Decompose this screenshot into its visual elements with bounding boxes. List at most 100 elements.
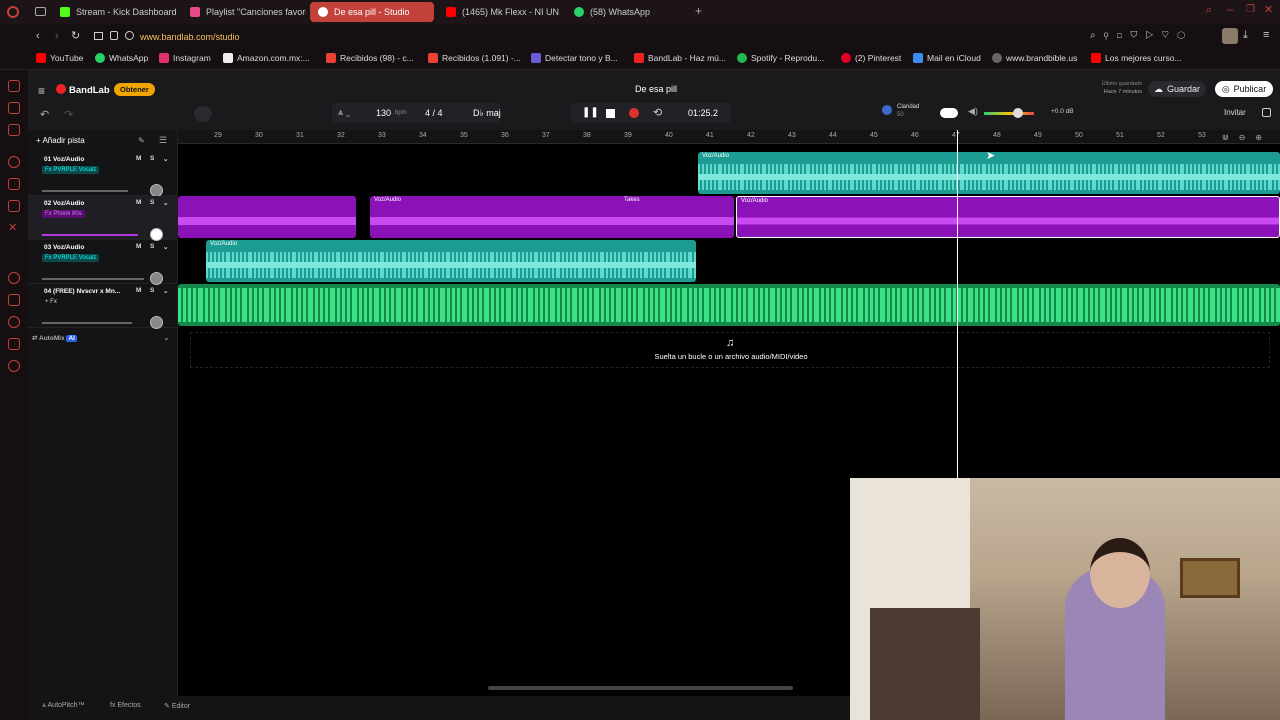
lane-3[interactable]: Voz/Audio [178, 240, 1280, 284]
invite-button[interactable]: Invitar [1224, 108, 1246, 117]
horizontal-scrollbar[interactable] [488, 686, 793, 690]
download-icon[interactable] [8, 338, 20, 350]
mute-button[interactable]: M [136, 155, 141, 162]
reload-icon[interactable]: ↻ [71, 29, 80, 42]
volume-slider[interactable] [42, 234, 138, 236]
bookmark-instagram[interactable]: Instagram [159, 53, 211, 63]
tab-whatsapp[interactable]: (58) WhatsApp [566, 2, 690, 22]
master-volume-knob[interactable] [1013, 108, 1023, 118]
bookmark-pinterest[interactable]: (2) Pinterest [841, 53, 901, 63]
mute-button[interactable]: M [136, 287, 141, 294]
effects-button[interactable]: fx Efectos [110, 702, 141, 709]
toolbar-icons[interactable]: ⌕⚲◻⛉▷♡⬡ [1090, 30, 1193, 41]
bookmark-youtube[interactable]: YouTube [36, 53, 83, 63]
bookmark-brandbible[interactable]: www.brandbible.us [992, 53, 1077, 63]
save-button[interactable]: ☁ Guardar [1148, 81, 1206, 97]
solo-button[interactable]: S [150, 199, 154, 206]
audio-clip[interactable] [178, 284, 1280, 326]
forward-icon[interactable]: › [55, 30, 59, 42]
undo-icon[interactable]: ↶ [40, 108, 49, 121]
chat-icon[interactable] [1262, 108, 1271, 117]
back-icon[interactable]: ‹ [36, 30, 40, 42]
fx-badge[interactable]: Fx PVRPLE Vocalz [42, 254, 100, 262]
chevron-down-icon[interactable]: ⌄ [163, 287, 168, 295]
tempo-value[interactable]: 130 [376, 108, 391, 118]
hamburger-icon[interactable]: ≡ [38, 84, 45, 98]
profile-avatar[interactable] [1222, 28, 1238, 44]
menu-icon[interactable]: ≡ [1263, 29, 1269, 41]
drop-zone[interactable]: ♫ Suelta un bucle o un archivo audio/MID… [190, 332, 1270, 368]
bookmark-icloud[interactable]: Mail en iCloud [913, 53, 981, 63]
history-icon[interactable] [8, 316, 20, 328]
time-signature[interactable]: 4 / 4 [425, 108, 443, 118]
track-1[interactable]: 01 Voz/Audio Fx PVRPLE Vocalz M S ⌄ [28, 152, 178, 197]
bookmark-gmail-2[interactable]: Recibidos (1.091) -... [428, 53, 521, 63]
bookmark-amazon[interactable]: Amazon.com.mx:... [223, 53, 310, 63]
bookmark-cursos[interactable]: Los mejores curso... [1091, 53, 1182, 63]
project-title[interactable]: De esa pill [616, 84, 696, 94]
track-name[interactable]: 03 Voz/Audio [44, 244, 84, 251]
mail-icon[interactable] [8, 124, 20, 136]
volume-slider[interactable] [42, 322, 132, 324]
music-icon[interactable] [8, 102, 20, 114]
edit-icon[interactable]: ✎ [138, 136, 145, 145]
master-volume-slider[interactable] [984, 112, 1034, 115]
stop-icon[interactable] [606, 109, 615, 118]
snapshot-icon[interactable] [94, 32, 103, 40]
pan-knob[interactable] [150, 316, 163, 329]
whatsapp-icon[interactable] [8, 156, 20, 168]
download-toolbar-icon[interactable]: ⤓ [1243, 29, 1248, 42]
pause-icon[interactable]: ❚❚ [582, 107, 599, 118]
opera-menu-icon[interactable] [7, 6, 19, 18]
tab-studio[interactable]: De esa pill - Studio [310, 2, 434, 22]
send-icon[interactable] [8, 294, 20, 306]
key-select[interactable]: D♭ maj [473, 108, 501, 119]
timeline-ruler[interactable]: 29 30 31 32 33 34 35 36 37 38 39 40 41 42 43 44 45 46 47 48… [178, 130, 1280, 144]
loop-icon[interactable]: ⟲ [653, 106, 662, 119]
chevron-down-icon[interactable]: ⌄ [163, 155, 168, 163]
solo-button[interactable]: S [150, 155, 154, 162]
takes-label[interactable]: Takes [624, 197, 640, 203]
solo-button[interactable]: S [150, 287, 154, 294]
bookmark-gmail-1[interactable]: Recibidos (98) - c... [326, 53, 414, 63]
minimize-icon[interactable]: – [1227, 4, 1233, 16]
add-fx-button[interactable]: + Fx [42, 298, 60, 306]
add-track-button[interactable]: + Añadir pista [36, 136, 85, 145]
maximize-icon[interactable]: ❐ [1246, 4, 1255, 15]
site-info-icon[interactable] [125, 31, 134, 40]
bandlab-logo[interactable]: BandLab [69, 85, 110, 96]
volume-slider[interactable] [42, 278, 144, 280]
record-icon[interactable] [629, 108, 639, 118]
lane-1[interactable]: Voz/Audio [178, 152, 1280, 196]
lock-icon[interactable] [110, 31, 118, 40]
url-field[interactable]: www.bandlab.com/studio [140, 32, 240, 42]
audio-clip[interactable]: Voz/Audio [206, 240, 696, 282]
automix-label[interactable]: ⇄ AutoMix AI [32, 334, 77, 342]
track-name[interactable]: 01 Voz/Audio [44, 156, 84, 163]
settings-icon[interactable] [8, 360, 20, 372]
lane-4[interactable] [178, 284, 1280, 328]
chevron-down-icon[interactable]: ⌄ [163, 243, 168, 251]
bookmark-bandlab[interactable]: BandLab - Haz mú... [634, 53, 726, 63]
track-name[interactable]: 02 Voz/Audio [44, 200, 84, 207]
metronome-button[interactable] [194, 106, 212, 122]
get-membership-badge[interactable]: Obtener [114, 83, 155, 96]
fx-badge[interactable]: Fx Phonk 80s [42, 210, 85, 218]
chevron-down-icon[interactable]: ⌄ [163, 199, 168, 207]
fx-badge[interactable]: Fx PVRPLE Vocalz [42, 166, 100, 174]
track-name[interactable]: 04 (FREE) Nvscvr x Mn... [44, 288, 120, 295]
playhead[interactable] [957, 130, 958, 480]
tiktok-icon[interactable] [8, 200, 20, 212]
bookmark-detectar[interactable]: Detectar tono y B... [531, 53, 618, 63]
speaker-icon[interactable]: ◀) [968, 106, 978, 117]
mute-button[interactable]: M [136, 199, 141, 206]
publish-button[interactable]: ◎ Publicar [1215, 81, 1273, 97]
zoom-controls[interactable]: ⋓⊖⊕ [1222, 133, 1272, 142]
instagram-icon[interactable] [8, 178, 20, 190]
automix-chevron-icon[interactable]: ⌄ [163, 333, 170, 342]
clarity-toggle[interactable] [940, 108, 958, 118]
editor-button[interactable]: ✎ Editor [164, 702, 190, 710]
autopitch-button[interactable]: ⩓ AutoPitch™ [42, 702, 84, 710]
audio-clip[interactable]: Voz/Audio Takes [370, 196, 734, 238]
bookmark-spotify[interactable]: Spotify - Reprodu... [737, 53, 824, 63]
